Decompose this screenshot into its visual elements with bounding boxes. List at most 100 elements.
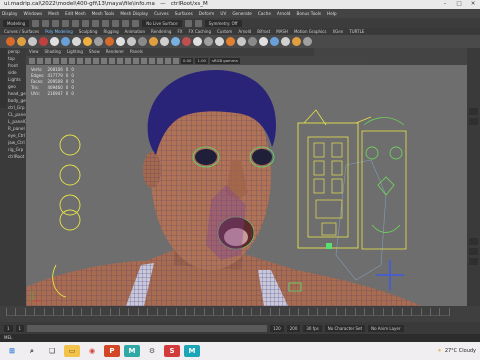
shelf-tab-mash[interactable]: MASH — [276, 28, 288, 35]
outliner-item[interactable]: L_panelCtrl — [0, 118, 32, 125]
resolution-gate-icon[interactable] — [77, 57, 83, 64]
snap-point-icon[interactable] — [132, 19, 140, 27]
layer-anim-button[interactable] — [469, 258, 478, 265]
shelf-separate-icon[interactable] — [193, 37, 202, 46]
select-by-hierarchy-icon[interactable] — [82, 19, 90, 27]
live-surface-field[interactable]: No Live Surface — [142, 19, 182, 27]
substance-icon[interactable]: S — [164, 345, 180, 357]
perspective-viewport[interactable]: Verts: 208106 0 0 Edges: 417779 0 0 Faces: 209508… — [26, 65, 467, 306]
shelf-extract-icon[interactable] — [204, 37, 213, 46]
shelf-bevel-icon[interactable] — [270, 37, 279, 46]
outliner-item[interactable]: eye_Ctrl — [0, 132, 26, 139]
select-by-component-icon[interactable] — [102, 19, 110, 27]
viewport-menu-lighting[interactable]: Lighting — [67, 48, 83, 56]
range-inner-start-field[interactable]: 1 — [15, 324, 25, 332]
motion-blur-icon[interactable] — [149, 57, 155, 64]
range-inner-end-field[interactable]: 120 — [270, 324, 284, 332]
snap-grid-icon[interactable] — [112, 19, 120, 27]
shelf-combine-icon[interactable] — [182, 37, 191, 46]
shelf-smooth-icon[interactable] — [215, 37, 224, 46]
range-start-field[interactable]: 1 — [4, 324, 13, 332]
shelf-helix-icon[interactable] — [127, 37, 136, 46]
grid-icon[interactable] — [61, 57, 67, 64]
shelf-tab-rendering[interactable]: Rendering — [151, 28, 171, 35]
menu-edit-mesh[interactable]: Edit Mesh — [65, 11, 85, 16]
outliner-item[interactable]: CL_panel — [0, 111, 27, 118]
viewport-menu-show[interactable]: Show — [89, 48, 100, 56]
shelf-tab-arnold[interactable]: Arnold — [238, 28, 251, 35]
color-space-select[interactable]: sRGB gamma — [209, 57, 240, 64]
camera-lock-icon[interactable] — [37, 57, 43, 64]
ambient-occlusion-icon[interactable] — [141, 57, 147, 64]
menu-curves[interactable]: Curves — [154, 11, 169, 16]
shelf-tab-custom[interactable]: Custom — [217, 28, 232, 35]
time-slider[interactable] — [0, 306, 480, 322]
shelf-tab-rigging[interactable]: Rigging — [103, 28, 118, 35]
shelf-bridge-icon[interactable] — [248, 37, 257, 46]
outliner-item[interactable]: R_panel — [0, 125, 26, 132]
anti-alias-icon[interactable] — [157, 57, 163, 64]
menu-windows[interactable]: Windows — [23, 11, 42, 16]
character-set-select[interactable]: No Character Set — [324, 324, 366, 332]
shelf-tab-turtle[interactable]: TURTLE — [349, 28, 364, 35]
shelf-extrude-icon[interactable] — [259, 37, 268, 46]
shelf-target-weld-icon[interactable] — [292, 37, 301, 46]
shelf-quad-draw-icon[interactable] — [303, 37, 312, 46]
menu-deform[interactable]: Deform — [199, 11, 215, 16]
shelf-tab-bifrost[interactable]: Bifrost — [257, 28, 270, 35]
menu-mesh-tools[interactable]: Mesh Tools — [92, 11, 115, 16]
shelf-boolean-icon[interactable] — [226, 37, 235, 46]
shelf-tab-sculpting[interactable]: Sculpting — [79, 28, 98, 35]
lights-icon[interactable] — [125, 57, 131, 64]
xray-icon[interactable] — [173, 57, 179, 64]
new-scene-icon[interactable] — [32, 19, 40, 27]
image-plane-icon[interactable] — [53, 57, 59, 64]
shelf-disc-icon[interactable] — [72, 37, 81, 46]
menu-cache[interactable]: Cache — [258, 11, 271, 16]
viewport-menu-panels[interactable]: Panels — [130, 48, 143, 56]
layer-editor-button[interactable] — [469, 238, 478, 245]
folder-icon[interactable]: ▭ — [64, 345, 80, 357]
shelf-pyramid-icon[interactable] — [94, 37, 103, 46]
mode-select[interactable]: Modeling — [3, 19, 30, 27]
gate-mask-icon[interactable] — [85, 57, 91, 64]
shelf-prism-icon[interactable] — [105, 37, 114, 46]
wireframe-on-shaded-icon[interactable] — [109, 57, 115, 64]
shelf-superellipse-icon[interactable] — [160, 37, 169, 46]
camera-icon[interactable] — [29, 57, 35, 64]
shelf-torus-icon[interactable] — [50, 37, 59, 46]
shelf-cube-icon[interactable] — [17, 37, 26, 46]
undo-icon[interactable] — [62, 19, 70, 27]
shelf-soccer-icon[interactable] — [149, 37, 158, 46]
shelf-mirror-icon[interactable] — [237, 37, 246, 46]
settings-icon[interactable]: ⚙ — [144, 345, 160, 357]
open-scene-icon[interactable] — [42, 19, 50, 27]
command-line[interactable]: MEL — [0, 334, 480, 342]
viewport-menu-renderer[interactable]: Renderer — [106, 48, 124, 56]
shelf-tab-fx[interactable]: FX — [177, 28, 182, 35]
chrome-icon[interactable]: ◉ — [84, 345, 100, 357]
ipr-icon[interactable] — [194, 19, 202, 27]
shelf-plane-icon[interactable] — [61, 37, 70, 46]
menu-mesh-display[interactable]: Mesh Display — [120, 11, 148, 16]
shelf-platonic-icon[interactable] — [83, 37, 92, 46]
viewport-menu-shading[interactable]: Shading — [45, 48, 61, 56]
menu-uv[interactable]: UV — [220, 11, 226, 16]
layer-display-button[interactable] — [469, 248, 478, 255]
range-end-field[interactable]: 200 — [286, 324, 301, 332]
shelf-tab-animation[interactable]: Animation — [125, 28, 145, 35]
shelf-cone-icon[interactable] — [39, 37, 48, 46]
range-slider[interactable] — [27, 324, 268, 332]
search-icon[interactable]: ⌕ — [24, 345, 40, 357]
shelf-tab-motion-graphics[interactable]: Motion Graphics — [294, 28, 327, 35]
wireframe-icon[interactable] — [93, 57, 99, 64]
close-button[interactable]: ✕ — [466, 0, 480, 9]
shelf-tab-fx-caching[interactable]: FX Caching — [189, 28, 211, 35]
shelf-gear-icon[interactable] — [138, 37, 147, 46]
gamma-field[interactable]: 1.00 — [195, 57, 208, 64]
outliner-item[interactable]: ctrlRoot — [0, 153, 26, 160]
menu-generate[interactable]: Generate — [232, 11, 252, 16]
menu-mesh[interactable]: Mesh — [48, 11, 59, 16]
shelf-tab-curves-surfaces[interactable]: Curves / Surfaces — [4, 28, 39, 35]
viewport-menu-view[interactable]: View — [29, 48, 39, 56]
